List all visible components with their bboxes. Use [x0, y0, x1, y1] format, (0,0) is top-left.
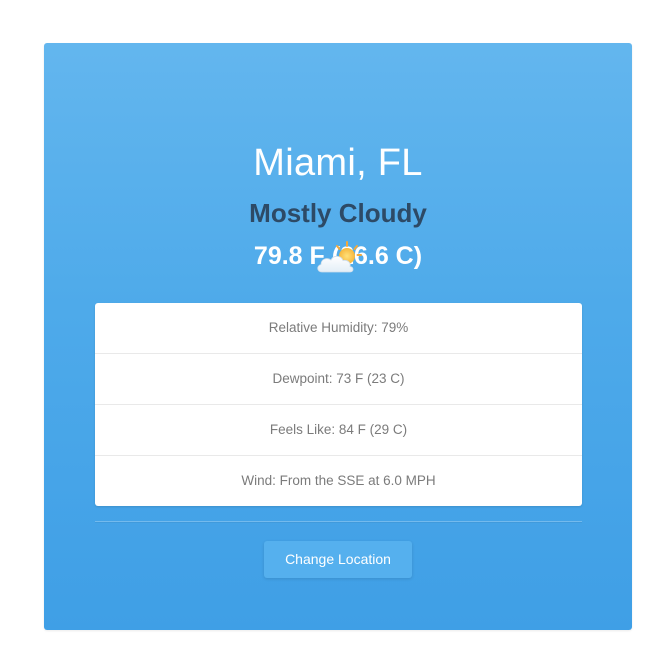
weather-details-list: Relative Humidity: 79% Dewpoint: 73 F (2…: [95, 303, 582, 506]
partly-cloudy-icon: [317, 241, 362, 273]
weather-condition: Mostly Cloudy: [249, 198, 427, 228]
feels-like-item: Feels Like: 84 F (29 C): [95, 405, 582, 456]
change-location-button[interactable]: Change Location: [264, 541, 412, 578]
location-title: Miami, FL: [253, 142, 423, 184]
divider: [95, 521, 582, 522]
wind-item: Wind: From the SSE at 6.0 MPH: [241, 473, 436, 488]
humidity-item: Relative Humidity: 79%: [95, 303, 582, 354]
dewpoint-item: Dewpoint: 73 F (23 C): [95, 354, 582, 405]
